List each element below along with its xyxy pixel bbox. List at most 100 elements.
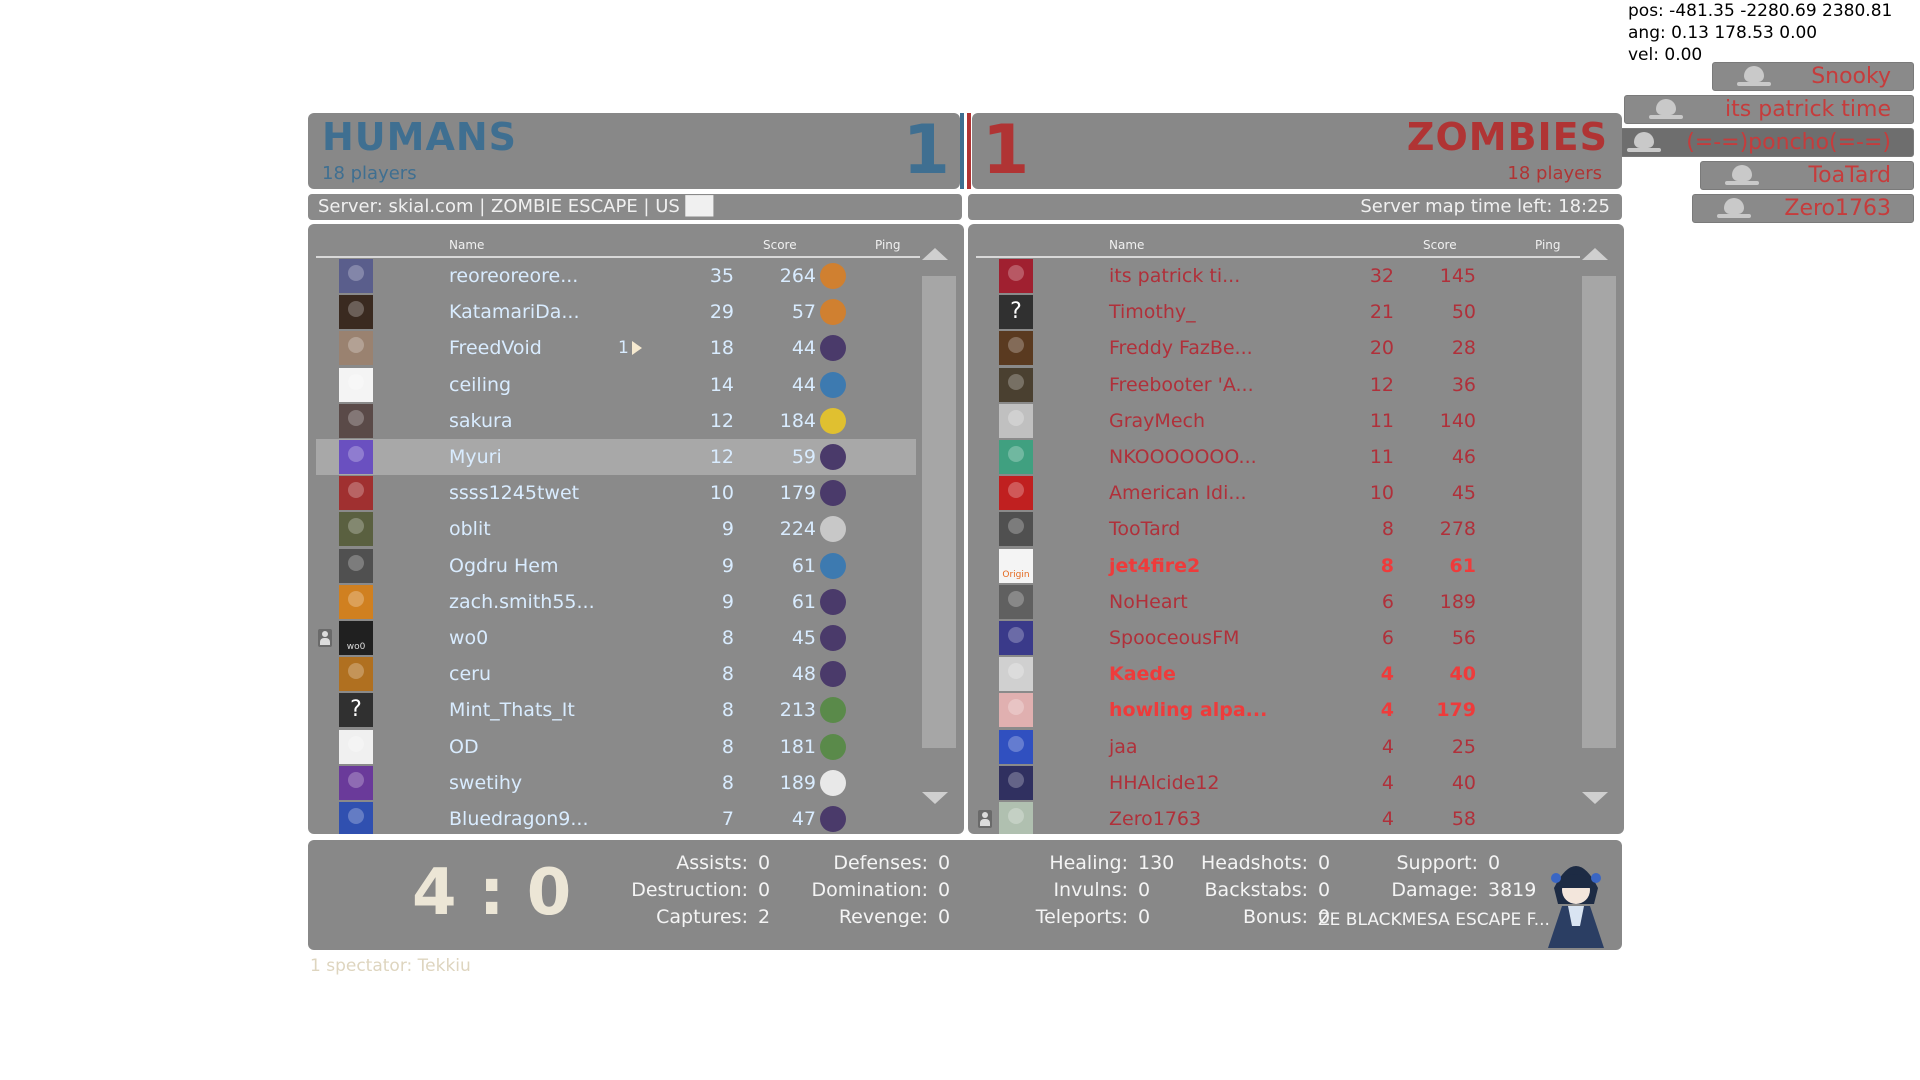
player-ping: 48 [791, 663, 816, 686]
player-row[interactable]: swetihy 8 189 [316, 765, 916, 801]
player-name: jet4fire2 [1109, 554, 1201, 577]
player-name: wo0 [449, 627, 489, 649]
player-ping: 224 [779, 518, 816, 541]
player-row[interactable]: Zero1763 4 58 [976, 801, 1576, 834]
stat-support: Support: 0 [1358, 852, 1500, 874]
player-row[interactable]: HHAlcide12 4 40 [976, 765, 1576, 801]
player-ping: 145 [1439, 265, 1476, 287]
avatar [339, 259, 373, 293]
stat-revenge: Revenge: 0 [758, 906, 950, 928]
scroll-down-icon[interactable] [1582, 792, 1608, 804]
player-row[interactable]: oblit 9 224 [316, 511, 916, 547]
player-row[interactable]: SpooceousFM 6 56 [976, 620, 1576, 656]
player-row[interactable]: ssss1245twet 10 179 [316, 475, 916, 511]
player-row[interactable]: ? Timothy_ 21 50 [976, 294, 1576, 330]
player-name: zach.smith55... [449, 590, 595, 613]
player-row[interactable]: NKOOOOOOO... 11 46 [976, 439, 1576, 475]
player-row[interactable]: wo0 wo0 8 45 [316, 620, 916, 656]
player-score: 20 [1369, 337, 1394, 360]
player-row[interactable]: FreedVoid 18 44 1 [316, 330, 916, 366]
player-name: KatamariDa... [449, 301, 580, 324]
player-score: 11 [1369, 446, 1394, 468]
player-row[interactable]: Origin jet4fire2 8 61 [976, 548, 1576, 584]
scroll-thumb[interactable] [922, 276, 956, 748]
player-row[interactable]: Ogdru Hem 9 61 [316, 548, 916, 584]
player-row[interactable]: Bluedragon9... 7 47 [316, 801, 916, 834]
local-stats-panel: 4 : 0 Assists: 0 Destruction: 0 Captures: 2… [308, 840, 1622, 950]
player-row[interactable]: Freebooter 'A... 12 36 [976, 367, 1576, 403]
avatar [339, 367, 373, 402]
scroll-up-icon[interactable] [1582, 248, 1608, 260]
zombies-scrollbar[interactable] [1576, 244, 1616, 828]
avatar [339, 512, 373, 547]
scroll-thumb[interactable] [1582, 276, 1616, 748]
player-row[interactable]: zach.smith55... 9 61 [316, 584, 916, 620]
player-score: 8 [721, 771, 734, 794]
column-header-ping: Ping [875, 238, 901, 252]
character-icon [820, 335, 846, 362]
avatar: Origin [999, 548, 1033, 583]
character-icon [820, 733, 846, 760]
player-name: Mint_Thats_It [449, 699, 575, 722]
player-row[interactable]: ceru 8 48 [316, 656, 916, 692]
player-row[interactable]: GrayMech 11 140 [976, 403, 1576, 439]
avatar [339, 331, 373, 366]
player-name: Zero1763 [1109, 808, 1202, 830]
player-score: 11 [1369, 409, 1394, 432]
player-row[interactable]: KatamariDa... 29 57 [316, 294, 916, 330]
player-score: 8 [1381, 518, 1394, 541]
player-score: 14 [709, 373, 734, 396]
player-row[interactable]: reoreoreore... 35 264 [316, 258, 916, 294]
player-row[interactable]: Kaede 4 40 [976, 656, 1576, 692]
player-row[interactable]: howling alpa... 4 179 [976, 692, 1576, 728]
player-name: its patrick ti... [1109, 265, 1241, 287]
player-score: 7 [721, 808, 734, 830]
map-name: ZE BLACKMESA ESCAPE F... [1318, 910, 1550, 930]
player-row[interactable]: its patrick ti... 32 145 [976, 258, 1576, 294]
player-ping: 44 [791, 373, 816, 396]
player-row[interactable]: NoHeart 6 189 [976, 584, 1576, 620]
scroll-up-icon[interactable] [922, 248, 948, 260]
avatar [999, 331, 1033, 366]
player-ping: 179 [779, 482, 816, 505]
player-row[interactable]: sakura 12 184 [316, 403, 916, 439]
stat-value: 0 [1318, 852, 1331, 874]
player-score: 6 [1381, 627, 1394, 649]
avatar [339, 476, 373, 511]
avatar [999, 259, 1033, 293]
stat-domination: Domination: 0 [758, 879, 950, 901]
character-icon [820, 371, 846, 398]
avatar [999, 729, 1033, 764]
stat-assists: Assists: 0 [558, 852, 770, 874]
player-row[interactable]: ceiling 14 44 [316, 367, 916, 403]
player-row[interactable]: ? Mint_Thats_It 8 213 [316, 692, 916, 728]
column-header-score: Score [763, 238, 797, 252]
stat-label: Teleports: [1035, 906, 1128, 928]
stat-label: Destruction: [631, 879, 748, 901]
stat-label: Defenses: [833, 852, 928, 874]
zombies-title: ZOMBIES [1406, 115, 1608, 159]
stat-value: 0 [1488, 852, 1501, 874]
player-row[interactable]: jaa 4 25 [976, 729, 1576, 765]
killfeed-entry: Zero1763 [1692, 194, 1914, 223]
player-ping: 140 [1439, 409, 1476, 432]
player-row[interactable]: Freddy FazBe... 20 28 [976, 330, 1576, 366]
player-row[interactable]: TooTard 8 278 [976, 511, 1576, 547]
player-score: 4 [1381, 808, 1394, 830]
stat-label: Backstabs: [1204, 879, 1308, 901]
stat-teleports: Teleports: 0 [948, 906, 1150, 928]
character-portrait [1548, 866, 1604, 948]
humans-scrollbar[interactable] [916, 244, 956, 828]
player-row[interactable]: Myuri 12 59 [316, 439, 916, 475]
scroll-down-icon[interactable] [922, 792, 948, 804]
stat-label: Headshots: [1201, 852, 1308, 874]
zombies-player-list: Name Score Ping its patrick ti... 32 145? T… [968, 224, 1624, 834]
player-row[interactable]: OD 8 181 [316, 729, 916, 765]
player-name: OD [449, 735, 479, 758]
player-row[interactable]: American Idi... 10 45 [976, 475, 1576, 511]
player-ping: 28 [1451, 337, 1476, 360]
avatar [339, 440, 373, 474]
player-ping: 57 [791, 301, 816, 324]
humans-player-count: 18 players [322, 163, 417, 184]
player-name: Ogdru Hem [449, 554, 559, 577]
